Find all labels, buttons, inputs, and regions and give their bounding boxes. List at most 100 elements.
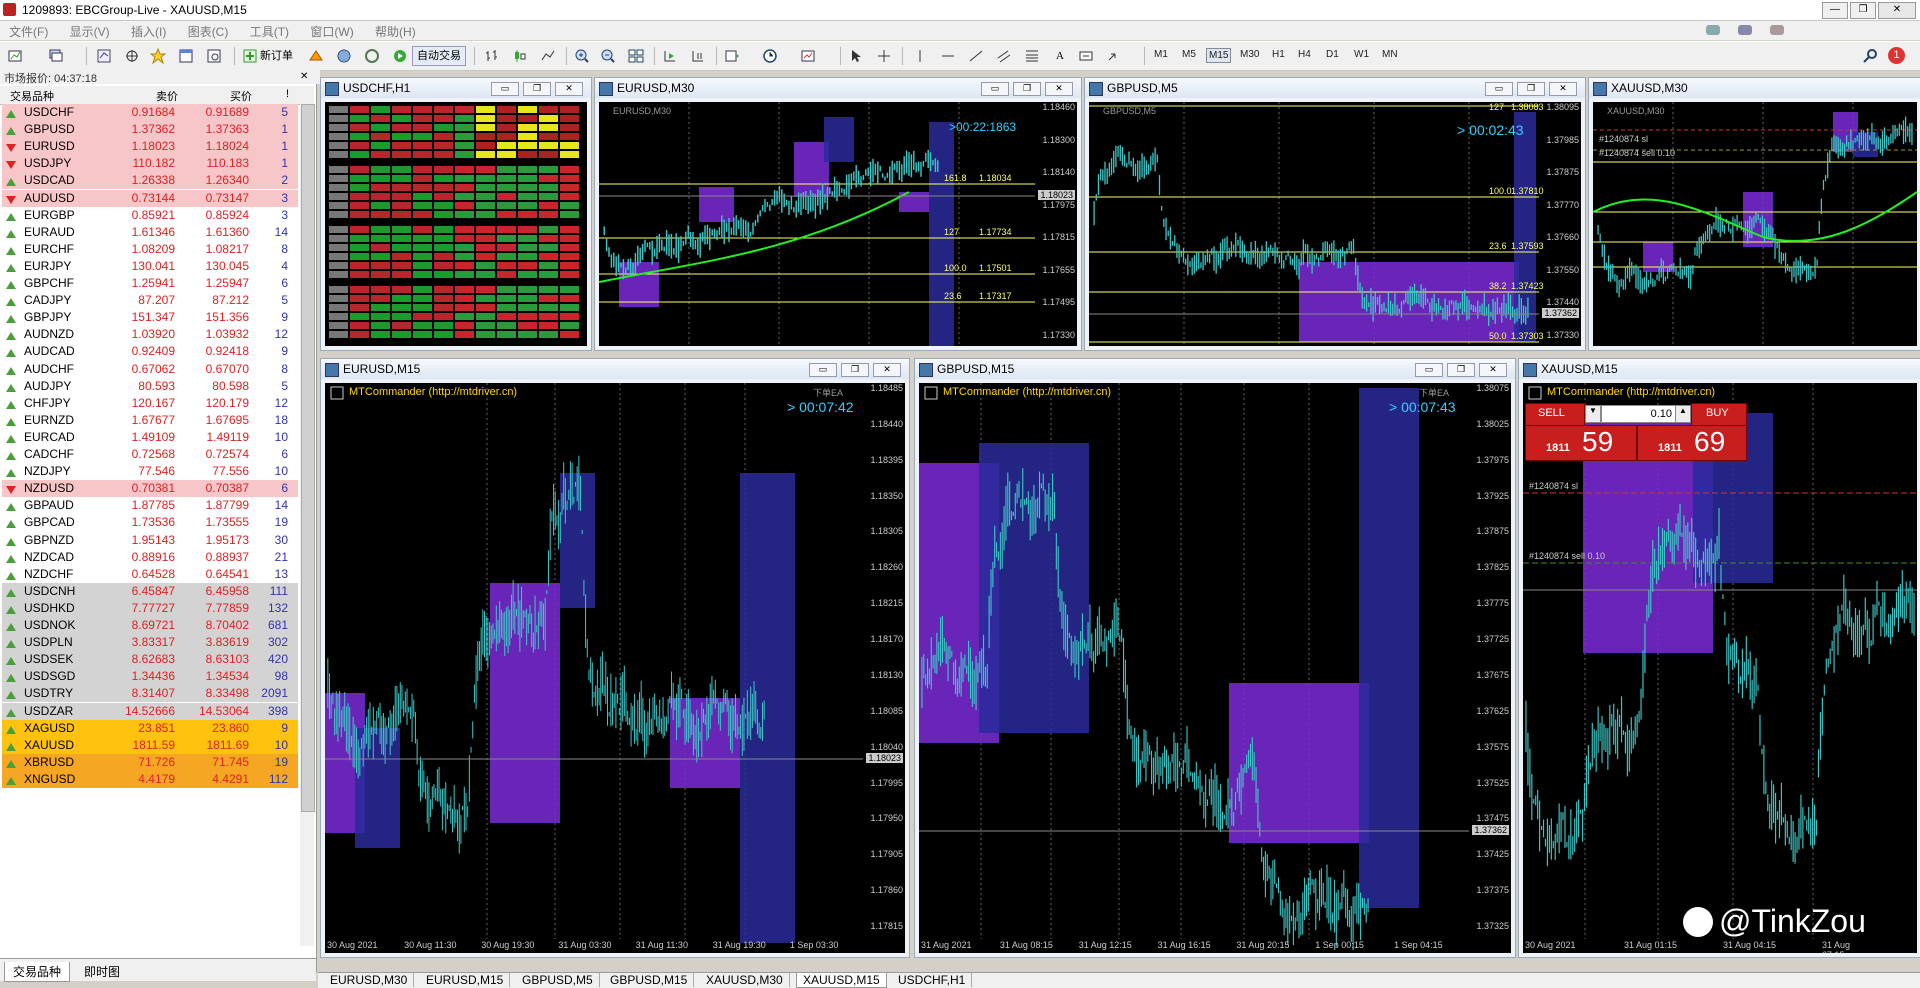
menu-insert[interactable]: 插入(I) <box>122 21 175 42</box>
buy-price[interactable]: 1811 69 <box>1637 425 1747 461</box>
chart-tab[interactable]: GBPUSD,M15 <box>604 973 695 987</box>
market-watch-icon[interactable] <box>96 48 112 64</box>
market-watch-row[interactable]: EURAUD 1.61346 1.61360 14 <box>2 223 298 241</box>
timeframe-m1[interactable]: M1 <box>1152 48 1170 61</box>
lot-down-button[interactable]: ▼ <box>1585 405 1601 423</box>
timeframe-m30[interactable]: M30 <box>1238 48 1261 61</box>
maximize-button[interactable]: ❐ <box>1447 363 1475 377</box>
minimize-button[interactable]: ▭ <box>981 82 1009 96</box>
market-watch-row[interactable]: XNGUSD 4.4179 4.4291 112 <box>2 770 298 788</box>
timeframe-m15[interactable]: M15 <box>1206 48 1232 63</box>
chart-tab[interactable]: USDCHF,H1 <box>892 973 973 987</box>
market-watch-row[interactable]: USDSGD 1.34436 1.34534 98 <box>2 668 298 686</box>
col-spread[interactable]: ! <box>286 88 289 100</box>
market-watch-row[interactable]: CADJPY 87.207 87.212 5 <box>2 292 298 310</box>
search-icon[interactable] <box>1862 48 1878 64</box>
market-watch-row[interactable]: CADCHF 0.72568 0.72574 6 <box>2 446 298 463</box>
market-watch-row[interactable]: EURNZD 1.67677 1.67695 18 <box>2 411 298 429</box>
text-label-icon[interactable] <box>1078 48 1094 64</box>
col-symbol[interactable]: 交易品种 <box>10 88 54 104</box>
chart-window-usdchf-h1[interactable]: USDCHF,H1 ▭ ❐ ✕ <box>320 77 592 351</box>
arrows-icon[interactable] <box>1106 48 1122 64</box>
market-watch-row[interactable]: XAGUSD 23.851 23.860 9 <box>2 719 298 737</box>
chart-window-xauusd-m15[interactable]: XAUUSD,M15 MTCommander (http://mtdriver.… <box>1518 358 1920 958</box>
market-watch-row[interactable]: USDNOK 8.69721 8.70402 681 <box>2 617 298 634</box>
menu-view[interactable]: 显示(V) <box>61 21 119 42</box>
tile-windows-icon[interactable] <box>628 48 644 64</box>
market-watch-row[interactable]: EURUSD 1.18023 1.18024 1 <box>2 138 298 156</box>
minimize-button[interactable]: ▭ <box>1485 82 1513 96</box>
channel-icon[interactable] <box>996 48 1012 64</box>
notification-badge[interactable]: 1 <box>1888 47 1905 64</box>
chart-plot[interactable]: MTCommander (http://mtdriver.cn) 下单EA > 00… <box>325 383 905 953</box>
tab-tick-chart[interactable]: 即时图 <box>76 962 128 981</box>
zoom-out-icon[interactable] <box>600 48 616 64</box>
chart-window-eurusd-m30[interactable]: EURUSD,M30 ▭ ❐ ✕ EURUSD,M30 >00:22:1863 161.… <box>594 77 1082 351</box>
templates-icon[interactable] <box>800 48 816 64</box>
chart-tab[interactable]: XAUUSD,M15 <box>796 973 887 988</box>
market-watch-row[interactable]: NZDUSD 0.70381 0.70387 6 <box>2 480 298 498</box>
chart-tab[interactable]: EURUSD,M30 <box>324 973 415 987</box>
market-watch-row[interactable]: USDPLN 3.83317 3.83619 302 <box>2 634 298 652</box>
market-watch-row[interactable]: USDCAD 1.26338 1.26340 2 <box>2 172 298 190</box>
chart-plot[interactable]: EURUSD,M30 >00:22:1863 161.8 1.18034 127 1.17… <box>599 102 1077 346</box>
close-button[interactable]: ✕ <box>1549 82 1577 96</box>
menu-help[interactable]: 帮助(H) <box>366 21 425 42</box>
chart-plot[interactable]: XAUUSD,M30 #1240874 sl #1240874 sell 0.10 <box>1593 102 1917 346</box>
market-watch-row[interactable]: XAUUSD 1811.59 1811.69 10 <box>2 736 298 754</box>
scrollbar-thumb[interactable] <box>301 104 315 812</box>
minimize-button[interactable]: — <box>1822 2 1848 19</box>
timeframe-m5[interactable]: M5 <box>1180 48 1198 61</box>
chart-tab[interactable]: XAUUSD,M30 <box>700 973 790 987</box>
menu-tools[interactable]: 工具(T) <box>241 21 298 42</box>
navigator-icon[interactable] <box>150 48 166 64</box>
market-watch-row[interactable]: GBPCHF 1.25941 1.25947 6 <box>2 275 298 292</box>
maximize-button[interactable]: ❐ <box>1517 82 1545 96</box>
market-watch-row[interactable]: NZDCHF 0.64528 0.64541 13 <box>2 565 298 583</box>
cursor-icon[interactable] <box>848 48 864 64</box>
minimize-button[interactable]: ▭ <box>1415 363 1443 377</box>
bar-chart-icon[interactable] <box>484 48 500 64</box>
chart-window-gbpusd-m15[interactable]: GBPUSD,M15 ▭ ❐ ✕ MTCommander (http://mtdri… <box>914 358 1516 958</box>
market-watch-row[interactable]: EURGBP 0.85921 0.85924 3 <box>2 206 298 224</box>
market-watch-row[interactable]: USDHKD 7.77727 7.77859 132 <box>2 599 298 617</box>
periods-icon[interactable] <box>762 48 778 64</box>
close-button[interactable]: ✕ <box>1479 363 1507 377</box>
close-button[interactable]: ✕ <box>1045 82 1073 96</box>
menu-window[interactable]: 窗口(W) <box>301 21 362 42</box>
candlestick-icon[interactable] <box>512 48 528 64</box>
toolbar-icon[interactable] <box>1770 25 1784 35</box>
close-button[interactable]: ✕ <box>555 82 583 96</box>
minimize-button[interactable]: ▭ <box>809 363 837 377</box>
buy-button[interactable]: BUY <box>1691 403 1747 427</box>
auto-trading-button[interactable]: 自动交易 <box>412 46 466 66</box>
chart-shift-icon[interactable] <box>690 48 706 64</box>
market-watch-row[interactable]: AUDCAD 0.92409 0.92418 9 <box>2 343 298 361</box>
expand-icon[interactable] <box>924 386 938 400</box>
maximize-button[interactable]: ❐ <box>1013 82 1041 96</box>
terminal-icon[interactable] <box>178 48 194 64</box>
vps-icon[interactable] <box>364 48 380 64</box>
market-watch-row[interactable]: GBPAUD 1.87785 1.87799 14 <box>2 497 298 515</box>
close-icon[interactable]: ✕ <box>300 71 308 82</box>
text-tool[interactable]: A <box>1056 46 1064 66</box>
tab-symbols[interactable]: 交易品种 <box>4 962 71 982</box>
data-window-icon[interactable] <box>124 48 140 64</box>
expand-icon[interactable] <box>1528 386 1542 400</box>
market-watch-row[interactable]: USDCHF 0.91684 0.91689 5 <box>2 104 298 121</box>
minimize-button[interactable]: ▭ <box>491 82 519 96</box>
market-watch-row[interactable]: USDCNH 6.45847 6.45958 111 <box>2 582 298 600</box>
market-watch-row[interactable]: USDSEK 8.62683 8.63103 420 <box>2 651 298 669</box>
market-watch-row[interactable]: GBPJPY 151.347 151.356 9 <box>2 309 298 327</box>
maximize-button[interactable]: ❐ <box>1850 2 1876 19</box>
vertical-line-icon[interactable] <box>912 48 928 64</box>
chart-plot[interactable]: GBPUSD,M5 > 00:02:43 127 1.38083 100.0 1.3781… <box>1089 102 1581 346</box>
col-ask[interactable]: 买价 <box>230 88 252 104</box>
horizontal-line-icon[interactable] <box>940 48 956 64</box>
market-watch-row[interactable]: NZDCAD 0.88916 0.88937 21 <box>2 548 298 566</box>
lot-size-input[interactable]: 0.10 <box>1601 405 1677 423</box>
col-bid[interactable]: 卖价 <box>156 88 178 104</box>
chart-plot[interactable]: MTCommander (http://mtdriver.cn) 下单EA > 00… <box>919 383 1511 953</box>
close-button[interactable]: ✕ <box>873 363 901 377</box>
menu-file[interactable]: 文件(F) <box>0 21 57 42</box>
